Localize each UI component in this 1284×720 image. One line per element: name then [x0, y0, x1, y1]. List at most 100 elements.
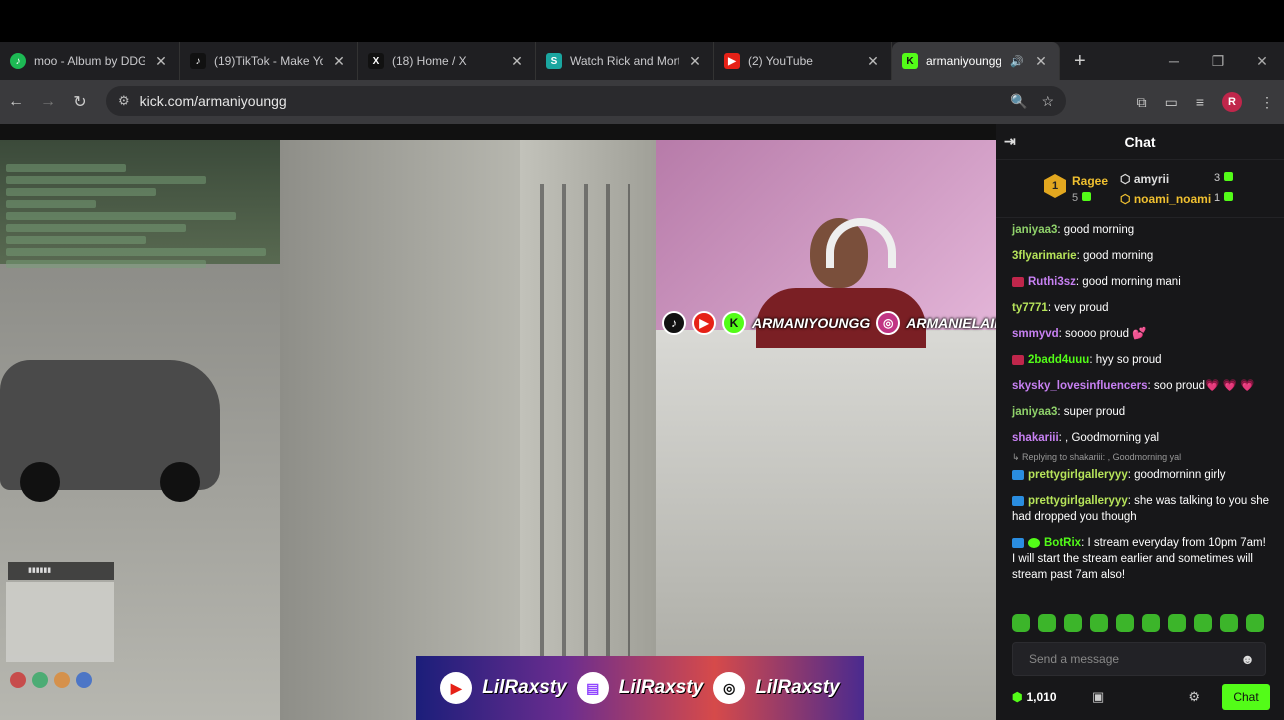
tab-label: armaniyoungg Str [926, 54, 1001, 68]
emote-icon[interactable] [1090, 614, 1108, 632]
media-controls-icon[interactable]: ≡ [1196, 94, 1204, 110]
kick-icon: K [722, 311, 746, 335]
menu-icon[interactable]: ⋮ [1260, 94, 1274, 111]
game-scene-railing [540, 184, 630, 674]
close-icon[interactable]: ✕ [865, 53, 881, 70]
emote-icon[interactable] [1116, 614, 1134, 632]
instagram-icon: ◎ [876, 311, 901, 335]
chat-username[interactable]: prettygirlgalleryyy [1028, 495, 1128, 507]
close-icon[interactable]: ✕ [153, 53, 169, 70]
tab-label: (2) YouTube [748, 54, 813, 68]
close-icon[interactable]: ✕ [331, 53, 347, 70]
badge-icon [1012, 276, 1024, 287]
emoji-picker-icon[interactable]: ☻ [1240, 651, 1255, 667]
send-chat-button[interactable]: Chat [1222, 684, 1270, 710]
video-player[interactable]: ♪ ▶ K ARMANIYOUNGG ◎ ARMANIELAINE ▮▮▮▮▮▮… [0, 124, 996, 720]
chat-message: BotRix: I stream everyday from 10pm 7am!… [1012, 535, 1272, 583]
tab-search-icon[interactable]: ▭ [1165, 94, 1178, 111]
emote-icon[interactable] [1168, 614, 1186, 632]
chat-username[interactable]: janiyaa3 [1012, 406, 1057, 418]
chat-text: : super proud [1057, 406, 1126, 418]
leaderboard-third-user[interactable]: ⬡ noami_noami [1120, 192, 1211, 206]
mute-icon[interactable]: 🔊 [1009, 55, 1025, 68]
chat-text: : very proud [1047, 302, 1109, 314]
bookmark-star-icon[interactable]: ☆ [1041, 93, 1054, 110]
badge-icon [1012, 495, 1024, 506]
x-icon: X [368, 53, 384, 69]
gift-subs-icon[interactable]: ▣ [1092, 689, 1104, 705]
emote-icon[interactable] [1038, 614, 1056, 632]
tab-youtube[interactable]: ▶ (2) YouTube ✕ [714, 42, 892, 80]
tab-label: (18) Home / X [392, 54, 467, 68]
emote-icon[interactable] [1142, 614, 1160, 632]
close-icon[interactable]: ✕ [687, 53, 703, 70]
address-bar[interactable]: ⚙ kick.com/armaniyoungg 🔍 ☆ [106, 86, 1066, 116]
emote-icon[interactable] [1064, 614, 1082, 632]
emote-bar [1012, 614, 1264, 632]
gift-icon [1082, 192, 1092, 201]
gift-leaderboard: 1 Ragee 5 ⬡ amyrii 3 ⬡ noami_noami 1 [996, 160, 1284, 218]
emote-icon[interactable] [1246, 614, 1264, 632]
url-text: kick.com/armaniyoungg [139, 93, 287, 109]
browser-toolbar: ← → ↻ ⚙ kick.com/armaniyoungg 🔍 ☆ ⧉ ▭ ≡ … [0, 80, 1284, 124]
site-info-icon[interactable]: ⚙ [118, 93, 130, 109]
collapse-chat-icon[interactable]: ⇥ [1004, 133, 1016, 150]
tab-x[interactable]: X (18) Home / X ✕ [358, 42, 536, 80]
zoom-icon[interactable]: 🔍 [1010, 93, 1027, 110]
chat-message: ty7771: very proud [1012, 300, 1272, 316]
emote-icon[interactable] [1220, 614, 1238, 632]
tab-spotify[interactable]: ♪ moo - Album by DDG ✕ [0, 42, 180, 80]
chat-username[interactable]: ty7771 [1012, 302, 1048, 314]
minimize-icon[interactable]: ─ [1152, 53, 1196, 69]
youtube-icon: ▶ [724, 53, 740, 69]
tiktok-icon: ♪ [190, 53, 206, 69]
chat-text: : soo proud💗 💗 💗 [1147, 380, 1255, 392]
socials-banner: ▶ LilRaxsty ▤ LilRaxsty ◎ LilRaxsty [416, 656, 864, 720]
new-tab-button[interactable]: + [1074, 50, 1086, 73]
chat-username[interactable]: skysky_lovesinfluencers [1012, 380, 1148, 392]
chat-text: : good morning [1076, 250, 1154, 262]
forward-arrow-icon[interactable]: → [32, 93, 64, 111]
chat-message: prettygirlgalleryyy: goodmorninn girly [1012, 467, 1272, 483]
emote-icon[interactable] [1012, 614, 1030, 632]
leaderboard-top-user[interactable]: Ragee [1072, 174, 1108, 188]
maximize-icon[interactable]: ❐ [1196, 53, 1240, 70]
profile-avatar[interactable]: R [1222, 92, 1242, 112]
leaderboard-third-count: 1 [1214, 192, 1234, 204]
emote-icon[interactable] [1194, 614, 1212, 632]
chat-username[interactable]: BotRix [1044, 537, 1081, 549]
chat-username[interactable]: 2badd4uuu [1028, 354, 1089, 366]
back-arrow-icon[interactable]: ← [0, 93, 32, 111]
channel-points[interactable]: ⬢ 1,010 [1012, 690, 1057, 704]
close-icon[interactable]: ✕ [509, 53, 525, 70]
chat-messages: janiyaa3: good morning 3flyarimarie: goo… [996, 222, 1284, 593]
leaderboard-second-user[interactable]: ⬡ amyrii [1120, 172, 1169, 186]
stream-site-icon: S [546, 53, 562, 69]
close-icon[interactable]: ✕ [1033, 53, 1049, 70]
reload-icon[interactable]: ↻ [64, 92, 96, 112]
tab-rick-and-morty[interactable]: S Watch Rick and Morty ✕ [536, 42, 714, 80]
youtube-icon: ▶ [692, 311, 716, 335]
verified-icon [1028, 537, 1040, 548]
chat-panel: ⇥ Chat 1 Ragee 5 ⬡ amyrii 3 ⬡ noami_noam… [996, 124, 1284, 720]
message-input[interactable]: Send a message ☻ [1012, 642, 1266, 676]
chat-username[interactable]: smmyvd [1012, 328, 1059, 340]
tab-tiktok[interactable]: ♪ (19)TikTok - Make You ✕ [180, 42, 358, 80]
close-window-icon[interactable]: ✕ [1240, 53, 1284, 70]
leaderboard-second-count: 3 [1214, 172, 1234, 184]
extensions-icon[interactable]: ⧉ [1137, 94, 1147, 111]
chat-username[interactable]: Ruthi3sz [1028, 276, 1076, 288]
chat-username[interactable]: 3flyarimarie [1012, 250, 1077, 262]
chat-username[interactable]: shakariii [1012, 432, 1059, 444]
chat-username[interactable]: janiyaa3 [1012, 224, 1057, 236]
rank-badge: 1 [1044, 174, 1066, 198]
chat-text: : good morning mani [1075, 276, 1181, 288]
gear-icon[interactable]: ⚙ [1188, 689, 1200, 705]
chat-text: : good morning [1057, 224, 1135, 236]
chat-username[interactable]: prettygirlgalleryyy [1028, 469, 1128, 481]
message-placeholder: Send a message [1029, 652, 1120, 666]
banner-handle: LilRaxsty [755, 677, 840, 698]
tab-kick-active[interactable]: K armaniyoungg Str 🔊 ✕ [892, 42, 1060, 80]
chat-text: : soooo proud 💕 [1058, 328, 1147, 340]
badge-icon [1012, 537, 1024, 548]
